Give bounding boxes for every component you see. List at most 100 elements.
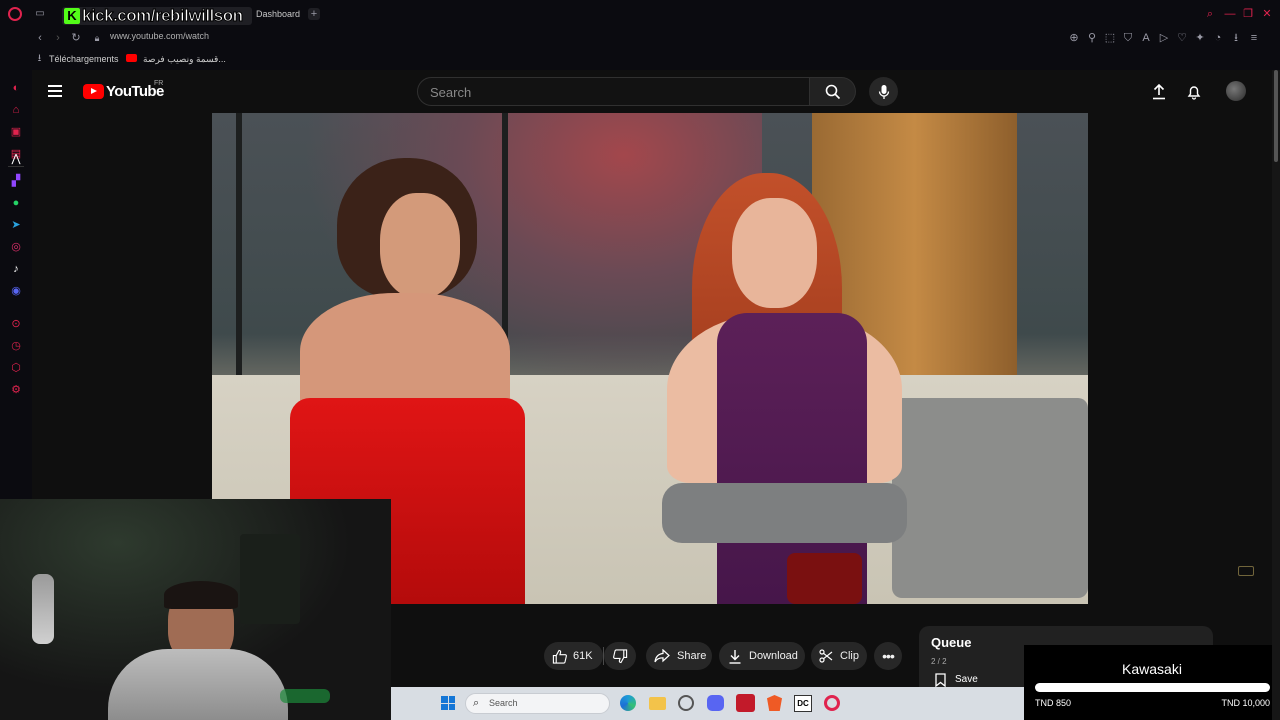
page-scrollbar[interactable] [1272,70,1280,720]
microphone-icon [878,84,889,99]
webcam-shelf [240,534,300,624]
downloads-icon[interactable]: ⭳ [1230,31,1242,45]
arc-icon[interactable]: ⋀ [10,153,22,165]
new-tab-icon[interactable]: + [308,8,320,20]
sofa-grey-cushion [892,398,1088,598]
person-right-face [732,198,817,308]
queue-save-button[interactable]: Save [955,674,978,685]
share-button[interactable]: Share [646,642,712,670]
obs-icon[interactable] [678,695,694,711]
url-field[interactable]: www.youtube.com/watch [110,31,209,41]
opera-logo-icon[interactable] [8,7,22,21]
minimize-icon[interactable]: — [1224,8,1236,20]
voice-search-button[interactable] [869,77,898,106]
maximize-icon[interactable]: ❐ [1242,8,1254,20]
history-icon[interactable]: ◷ [10,340,22,352]
clip-button[interactable]: Clip [811,642,867,670]
bookmarks-bar: ⭳ Téléchargements قسمة ونصيب فرصة... [0,48,1280,70]
red-object [787,553,862,604]
edge-icon[interactable] [620,695,636,711]
instagram-icon[interactable]: ◎ [10,241,22,253]
tab-menu-icon[interactable]: ▭ [34,8,46,20]
window-frame-left [236,113,242,393]
search-icon [825,84,840,99]
more-actions-button[interactable]: ••• [874,642,902,670]
person-left-face [380,193,460,298]
taskbar-search[interactable] [465,693,610,714]
zoom-icon[interactable]: ⊕ [1068,31,1080,45]
share-icon [654,649,670,663]
search-tabs-icon[interactable]: ⌕ [1204,8,1216,20]
settings-icon[interactable]: ⚙ [10,384,22,396]
profile-icon[interactable]: ◔ [1212,31,1224,45]
download-button[interactable]: Download [719,642,805,670]
back-icon[interactable]: ‹ [34,32,46,44]
notifications-button[interactable] [1185,83,1202,100]
snapshot-icon[interactable]: ⬚ [1104,31,1116,45]
bookmark-downloads[interactable]: Téléchargements [49,54,119,64]
aria-icon[interactable]: ◐ [10,82,22,94]
queue-position: 2 / 2 [931,657,947,666]
twitch-icon[interactable]: ▞ [10,175,22,187]
youtube-logo-icon[interactable] [83,84,104,99]
browser-toolbar: ⊕ ⚲ ⬚ ⛉ A ▷ ♡ ✦ ◔ ⭳ ≡ [1068,31,1278,45]
held-cushion [662,483,907,543]
like-count: 61K [573,650,593,662]
windows-taskbar: ⌕ Search DC [391,687,1024,720]
more-icon: ••• [882,648,895,664]
opera-taskbar-icon[interactable] [824,695,840,711]
rgb-light [280,689,330,703]
goal-max-label: TND 10,000 [1221,698,1270,708]
streamer-shirt [108,649,288,720]
webcam-overlay [0,499,391,720]
upload-icon [1152,83,1165,99]
streamer-hair [164,581,238,609]
dislike-button[interactable] [604,642,636,670]
tab-title[interactable]: Dashboard [256,9,300,19]
country-code: FR [154,80,164,87]
download-folder-icon: ⭳ [37,52,42,64]
telegram-icon[interactable]: ➤ [10,219,22,231]
hamburger-menu-icon[interactable] [48,85,62,97]
close-icon[interactable]: ✕ [1261,8,1273,20]
video-editor-icon[interactable] [736,694,755,712]
messages-icon[interactable]: ▣ [10,126,22,138]
microphone-stand [32,574,54,644]
kick-overlay-text: kick.com/rebilwillson [82,6,244,26]
menu-icon[interactable]: ≡ [1248,31,1260,45]
crypto-wallet-icon[interactable]: ⌂ [10,104,22,116]
windows-start-icon[interactable] [441,696,455,710]
goal-title: Kawasaki [1122,661,1182,677]
pinboard-icon[interactable]: ⊙ [10,318,22,330]
heart-icon[interactable]: ♡ [1176,31,1188,45]
goal-progress-bar [1035,683,1270,692]
save-bookmark-icon [934,672,946,687]
extensions-sidebar-icon[interactable]: ⬡ [10,362,22,374]
discord-icon[interactable]: ◉ [10,285,22,297]
bookmark-video[interactable]: قسمة ونصيب فرصة... [143,54,226,65]
discord-taskbar-icon[interactable] [707,695,724,711]
avatar[interactable] [1226,81,1246,101]
share-label: Share [677,650,707,662]
shield-icon[interactable]: ⛉ [1122,31,1134,45]
forward-icon[interactable]: › [52,32,64,44]
scrollbar-thumb[interactable] [1274,70,1278,162]
upload-button[interactable] [1150,83,1167,100]
like-button[interactable]: 61K [544,642,603,670]
address-bar-row: ‹ › ↻ 🔒︎ www.youtube.com/watch ⊕ ⚲ ⬚ ⛉ A… [0,28,1280,48]
pin-icon[interactable]: ⚲ [1086,31,1098,45]
download-label: Download [749,650,798,662]
extensions-icon[interactable]: ✦ [1194,31,1206,45]
reload-icon[interactable]: ↻ [70,32,82,44]
search-button[interactable] [810,77,856,106]
brave-icon[interactable] [767,695,782,711]
file-explorer-icon[interactable] [649,697,666,710]
search-input[interactable]: Search [417,77,810,106]
app-dc-icon[interactable]: DC [794,695,812,712]
play-icon[interactable]: ▷ [1158,31,1170,45]
whatsapp-icon[interactable]: ● [10,197,22,209]
tiktok-icon[interactable]: ♪ [10,263,22,275]
taskbar-search-icon: ⌕ [473,697,480,709]
goal-min-label: TND 850 [1035,698,1072,708]
translate-icon[interactable]: A [1140,31,1152,45]
